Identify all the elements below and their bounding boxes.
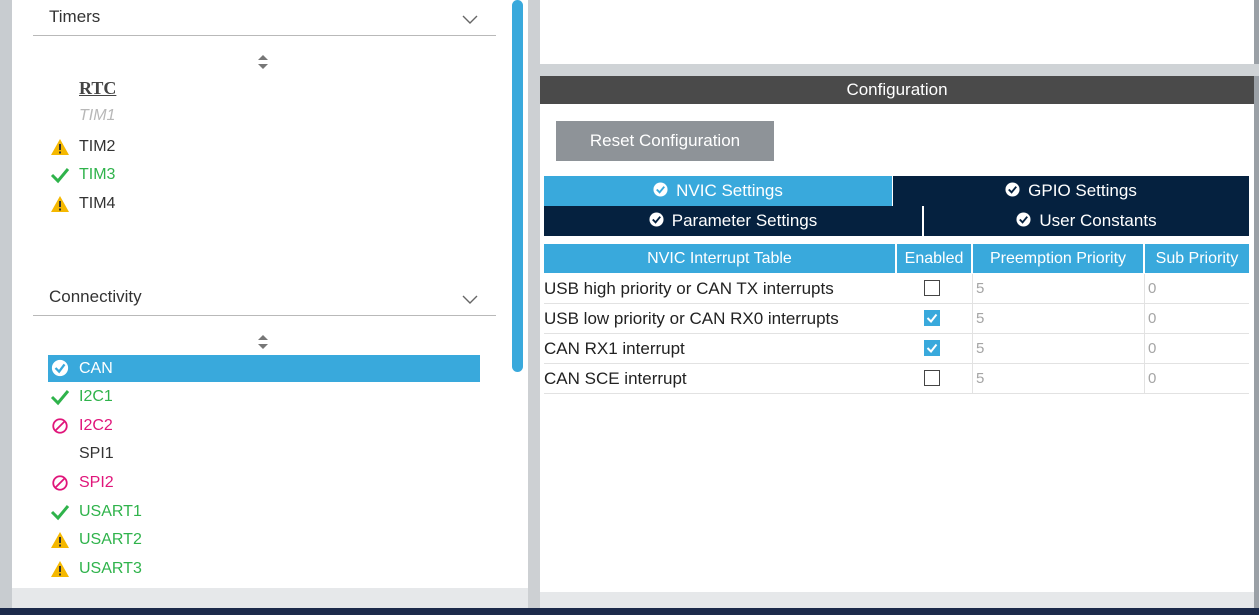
taskbar-strip (0, 608, 1259, 615)
sort-icon[interactable] (256, 54, 270, 70)
configuration-panel-border (1254, 76, 1259, 608)
timer-item-label: TIM2 (79, 138, 116, 155)
timer-item-label: TIM3 (79, 166, 116, 183)
sub-priority[interactable]: 0 (1144, 364, 1249, 393)
tab-label: User Constants (1039, 211, 1157, 230)
table-row[interactable]: USB high priority or CAN TX interrupts 5… (544, 274, 1249, 304)
column-header-enabled[interactable]: Enabled (897, 244, 971, 273)
connectivity-item-label: CAN (79, 360, 113, 377)
interrupt-name: USB low priority or CAN RX0 interrupts (544, 309, 839, 328)
check-icon (50, 505, 70, 521)
sub-priority[interactable]: 0 (1144, 334, 1249, 363)
interrupt-name: CAN SCE interrupt (544, 369, 687, 388)
table-row[interactable]: CAN SCE interrupt 5 0 (544, 364, 1249, 394)
connectivity-item-label: SPI2 (79, 474, 114, 491)
sub-priority[interactable]: 0 (1144, 274, 1249, 303)
warning-icon (51, 139, 69, 155)
timer-item-tim1[interactable]: TIM1 (79, 107, 115, 125)
sub-priority[interactable]: 0 (1144, 304, 1249, 333)
mode-panel-border (1254, 0, 1259, 64)
tab-gpio-settings[interactable]: GPIO Settings (893, 176, 1249, 206)
interrupt-name: CAN RX1 interrupt (544, 339, 685, 358)
timer-item-label: TIM4 (79, 195, 116, 212)
connectivity-item-label: USART1 (79, 503, 142, 520)
check-icon (50, 390, 70, 406)
table-row[interactable]: USB low priority or CAN RX0 interrupts 5… (544, 304, 1249, 334)
connectivity-item-label: I2C2 (79, 417, 113, 434)
connectivity-item-label: I2C1 (79, 388, 113, 405)
enabled-checkbox[interactable] (924, 340, 940, 356)
connectivity-section-header[interactable]: Connectivity (33, 280, 496, 316)
connectivity-header-label: Connectivity (49, 287, 142, 306)
interrupt-name: USB high priority or CAN TX interrupts (544, 279, 834, 298)
enabled-checkbox[interactable] (924, 310, 940, 326)
tab-user-constants[interactable]: User Constants (924, 206, 1249, 236)
preemption-priority[interactable]: 5 (972, 364, 1144, 393)
chevron-down-icon[interactable] (462, 15, 478, 25)
timer-item-rtc[interactable]: RTC (79, 78, 116, 99)
blocked-icon (52, 475, 68, 491)
column-header-sub-priority[interactable]: Sub Priority (1145, 244, 1249, 273)
check-circle-icon (51, 359, 69, 377)
enabled-cell (896, 304, 972, 333)
window-left-border (0, 0, 12, 608)
connectivity-item-label: USART3 (79, 560, 142, 577)
enabled-cell (896, 334, 972, 363)
tab-label: Parameter Settings (671, 211, 818, 230)
column-header-interrupt[interactable]: NVIC Interrupt Table (544, 244, 895, 273)
enabled-checkbox[interactable] (924, 280, 940, 296)
panel-splitter[interactable] (528, 0, 540, 608)
chevron-down-icon[interactable] (462, 295, 478, 305)
table-row[interactable]: CAN RX1 interrupt 5 0 (544, 334, 1249, 364)
tab-parameter-settings[interactable]: Parameter Settings (544, 206, 922, 236)
enabled-checkbox[interactable] (924, 370, 940, 386)
blocked-icon (52, 418, 68, 434)
preemption-priority[interactable]: 5 (972, 274, 1144, 303)
preemption-priority[interactable]: 5 (972, 304, 1144, 333)
category-scrollbar-thumb[interactable] (512, 0, 523, 372)
warning-icon (51, 196, 69, 212)
connectivity-selected-highlight (48, 355, 480, 382)
warning-icon (51, 532, 69, 548)
enabled-cell (896, 364, 972, 393)
sort-icon[interactable] (256, 334, 270, 350)
configuration-title: Configuration (540, 76, 1254, 104)
tab-nvic-settings[interactable]: NVIC Settings (544, 176, 892, 206)
warning-icon (51, 561, 69, 577)
check-circle-icon (653, 182, 668, 197)
check-icon (50, 168, 70, 184)
connectivity-item-label: SPI1 (79, 445, 114, 462)
panel-splitter-horizontal[interactable] (540, 64, 1259, 76)
connectivity-item-label: USART2 (79, 531, 142, 548)
column-header-preemption[interactable]: Preemption Priority (973, 244, 1143, 273)
enabled-cell (896, 274, 972, 303)
tab-label: NVIC Settings (676, 181, 783, 200)
check-circle-icon (1016, 212, 1031, 227)
timers-section-header[interactable]: Timers (33, 0, 496, 36)
check-circle-icon (1005, 182, 1020, 197)
check-circle-icon (649, 212, 664, 227)
reset-configuration-button[interactable]: Reset Configuration (556, 121, 774, 161)
preemption-priority[interactable]: 5 (972, 334, 1144, 363)
tab-label: GPIO Settings (1028, 181, 1137, 200)
mode-panel (540, 0, 1254, 64)
timers-header-label: Timers (49, 7, 101, 26)
